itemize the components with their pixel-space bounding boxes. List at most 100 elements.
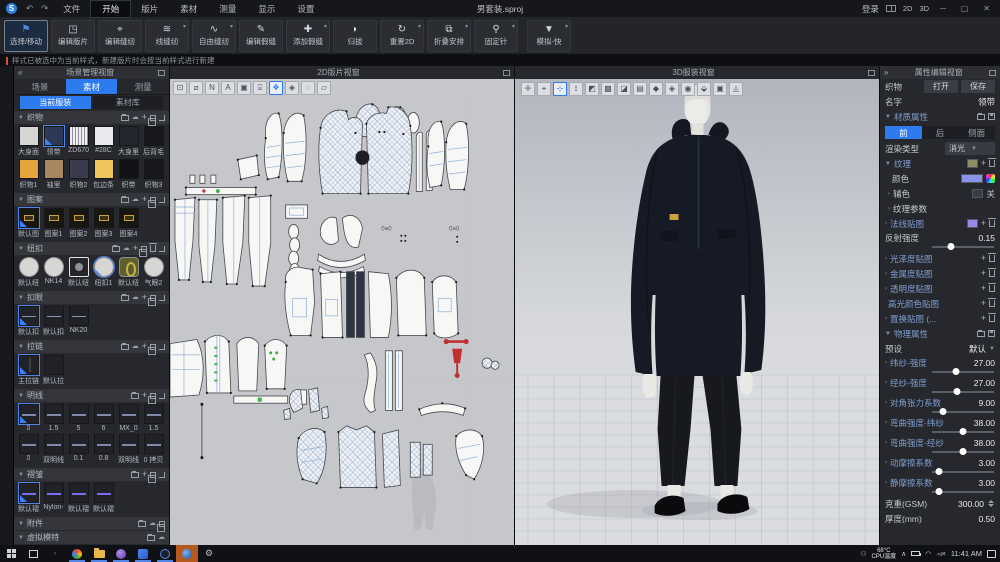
slider-knob[interactable] [960, 428, 967, 435]
trash-icon[interactable] [989, 160, 995, 167]
view2d-tool-icon[interactable]: ▣ [237, 81, 251, 95]
shirring-thumbnail[interactable]: Nylon- [42, 483, 65, 514]
slider-knob[interactable] [960, 448, 967, 455]
chrome-icon[interactable] [66, 545, 88, 562]
topstitch-thumbnail[interactable]: 0 [17, 434, 40, 465]
add-icon[interactable]: + [142, 392, 147, 399]
section-header-zippers[interactable]: ▼拉链 ☁+ [14, 340, 169, 353]
chevron-down-icon[interactable]: ▾ [230, 23, 233, 30]
maximize-button[interactable]: ▢ [957, 4, 973, 13]
shirring-thumbnail[interactable]: 默认褶 [92, 483, 115, 514]
trash-icon[interactable] [989, 285, 995, 292]
fabric-swatch[interactable]: 织物3 [142, 159, 165, 190]
menu-item[interactable]: 版片 [130, 1, 169, 17]
folder-icon[interactable] [131, 393, 139, 399]
topstitch-thumbnail[interactable]: 5 [67, 404, 90, 432]
add-icon[interactable]: + [981, 270, 986, 277]
chevron-right-icon[interactable]: › [885, 380, 887, 386]
slider-knob[interactable] [952, 368, 959, 375]
view2d-tool-icon[interactable]: N [205, 81, 219, 95]
button-thumbnail[interactable]: 默认纽 [67, 257, 90, 288]
view2d-tool-icon[interactable]: ❖ [269, 81, 283, 95]
thickness-value[interactable]: 0.50 [978, 514, 995, 524]
chevron-down-icon[interactable]: ▾ [565, 23, 568, 30]
buttonhole-thumbnail[interactable]: 默认扣 [17, 306, 40, 337]
popout-icon[interactable] [868, 70, 875, 76]
menu-item[interactable]: 设置 [286, 1, 325, 17]
slider-track[interactable] [932, 491, 994, 493]
add-icon[interactable]: + [142, 294, 147, 301]
add-icon[interactable]: + [981, 160, 986, 167]
topstitch-thumbnail[interactable]: 6 [92, 404, 115, 432]
chevron-right-icon[interactable]: › [885, 460, 887, 466]
folder-icon[interactable] [121, 295, 129, 301]
button-thumbnail[interactable]: NK14 [42, 257, 65, 288]
expand-icon[interactable] [159, 246, 165, 252]
view3d-tool-icon[interactable]: ⊹ [553, 82, 567, 96]
pattern-thumbnail[interactable]: 图案3 [92, 208, 115, 239]
sidebar-tab[interactable]: 场景 [14, 79, 66, 95]
folder-icon[interactable] [138, 521, 146, 527]
section-header-buttons[interactable]: ▼纽扣 ☁+ [14, 242, 169, 255]
notification-center-icon[interactable] [987, 550, 996, 558]
copy-icon[interactable] [159, 521, 165, 527]
name-value[interactable]: 领带 [978, 96, 995, 108]
view3d-tool-icon[interactable]: ⟟ [569, 82, 583, 96]
chevron-right-icon[interactable]: › [888, 191, 890, 197]
popout-icon[interactable] [158, 70, 165, 76]
view2d-tool-icon[interactable]: ▱ [317, 81, 331, 95]
fabric-swatch[interactable]: #28C [92, 126, 115, 157]
garment-3d-canvas[interactable]: ✛⌖⊹⟟◩▩◪▤◆◈◉⬙▣◬ [515, 79, 879, 545]
chevron-down-icon[interactable]: ▼ [989, 346, 995, 352]
minimize-button[interactable]: ─ [936, 4, 950, 13]
expand-icon[interactable] [159, 115, 165, 121]
gsm-value[interactable]: 300.00 [958, 499, 984, 509]
slider-knob[interactable] [936, 468, 943, 475]
view2d-tool-icon[interactable]: ◌ [301, 81, 315, 95]
chevron-right-icon[interactable]: › [885, 420, 887, 426]
cloud-icon[interactable]: ☁ [149, 521, 156, 527]
view3d-tool-icon[interactable]: ⌖ [537, 82, 551, 96]
view3d-tool-icon[interactable]: ◈ [665, 82, 679, 96]
topstitch-thumbnail[interactable]: 1.5 [142, 404, 165, 432]
topstitch-thumbnail[interactable]: 0.1 [67, 434, 90, 465]
add-icon[interactable]: + [142, 196, 147, 203]
add-icon[interactable]: + [142, 114, 147, 121]
expand-icon[interactable] [159, 393, 165, 399]
fabric-swatch[interactable]: 大身里 [117, 126, 140, 157]
topstitch-thumbnail[interactable]: MX_0 [117, 404, 140, 432]
menu-item[interactable]: 素材 [169, 1, 208, 17]
chevron-right-icon[interactable]: › [885, 360, 887, 366]
cloud-icon[interactable]: ☁ [123, 246, 130, 252]
tint-swatch[interactable] [972, 189, 983, 198]
view3d-tool-icon[interactable]: ▤ [633, 82, 647, 96]
ribbon-tool-button[interactable]: ◳ 编辑版片 [51, 20, 95, 52]
save-icon[interactable] [988, 330, 995, 337]
active-app-icon[interactable] [176, 545, 198, 562]
trash-icon[interactable] [150, 245, 156, 252]
ribbon-tool-button[interactable]: ⚲ 固定针 ▾ [474, 20, 518, 52]
tint-state[interactable]: 关 [986, 188, 995, 200]
chevron-right-icon[interactable]: › [885, 271, 887, 277]
network-icon[interactable]: ◠ [925, 550, 931, 558]
app-purple-icon[interactable] [110, 545, 132, 562]
chevron-right-icon[interactable]: › [885, 316, 887, 322]
texture-swatch[interactable] [967, 159, 978, 168]
slider-track[interactable] [932, 431, 994, 433]
add-icon[interactable]: + [981, 285, 986, 292]
taskbar-chevron[interactable]: › [44, 545, 66, 562]
slider-track[interactable] [932, 371, 994, 373]
view3d-tool-icon[interactable]: ✛ [521, 82, 535, 96]
view3d-tool-icon[interactable]: ◬ [729, 82, 743, 96]
add-icon[interactable]: + [981, 255, 986, 262]
chevron-right-icon[interactable]: › [885, 440, 887, 446]
folder-icon[interactable] [121, 115, 129, 121]
chevron-down-icon[interactable]: ▾ [183, 23, 186, 30]
cloud-icon[interactable]: ☁ [132, 115, 139, 121]
material-side-tab[interactable]: 前 [885, 126, 922, 139]
button-thumbnail[interactable]: 默认纽 [117, 257, 140, 288]
task-view-button[interactable] [22, 545, 44, 562]
slider-track[interactable] [932, 451, 994, 453]
chevron-right-icon[interactable]: › [885, 286, 887, 292]
normal-map-swatch[interactable] [967, 219, 978, 228]
